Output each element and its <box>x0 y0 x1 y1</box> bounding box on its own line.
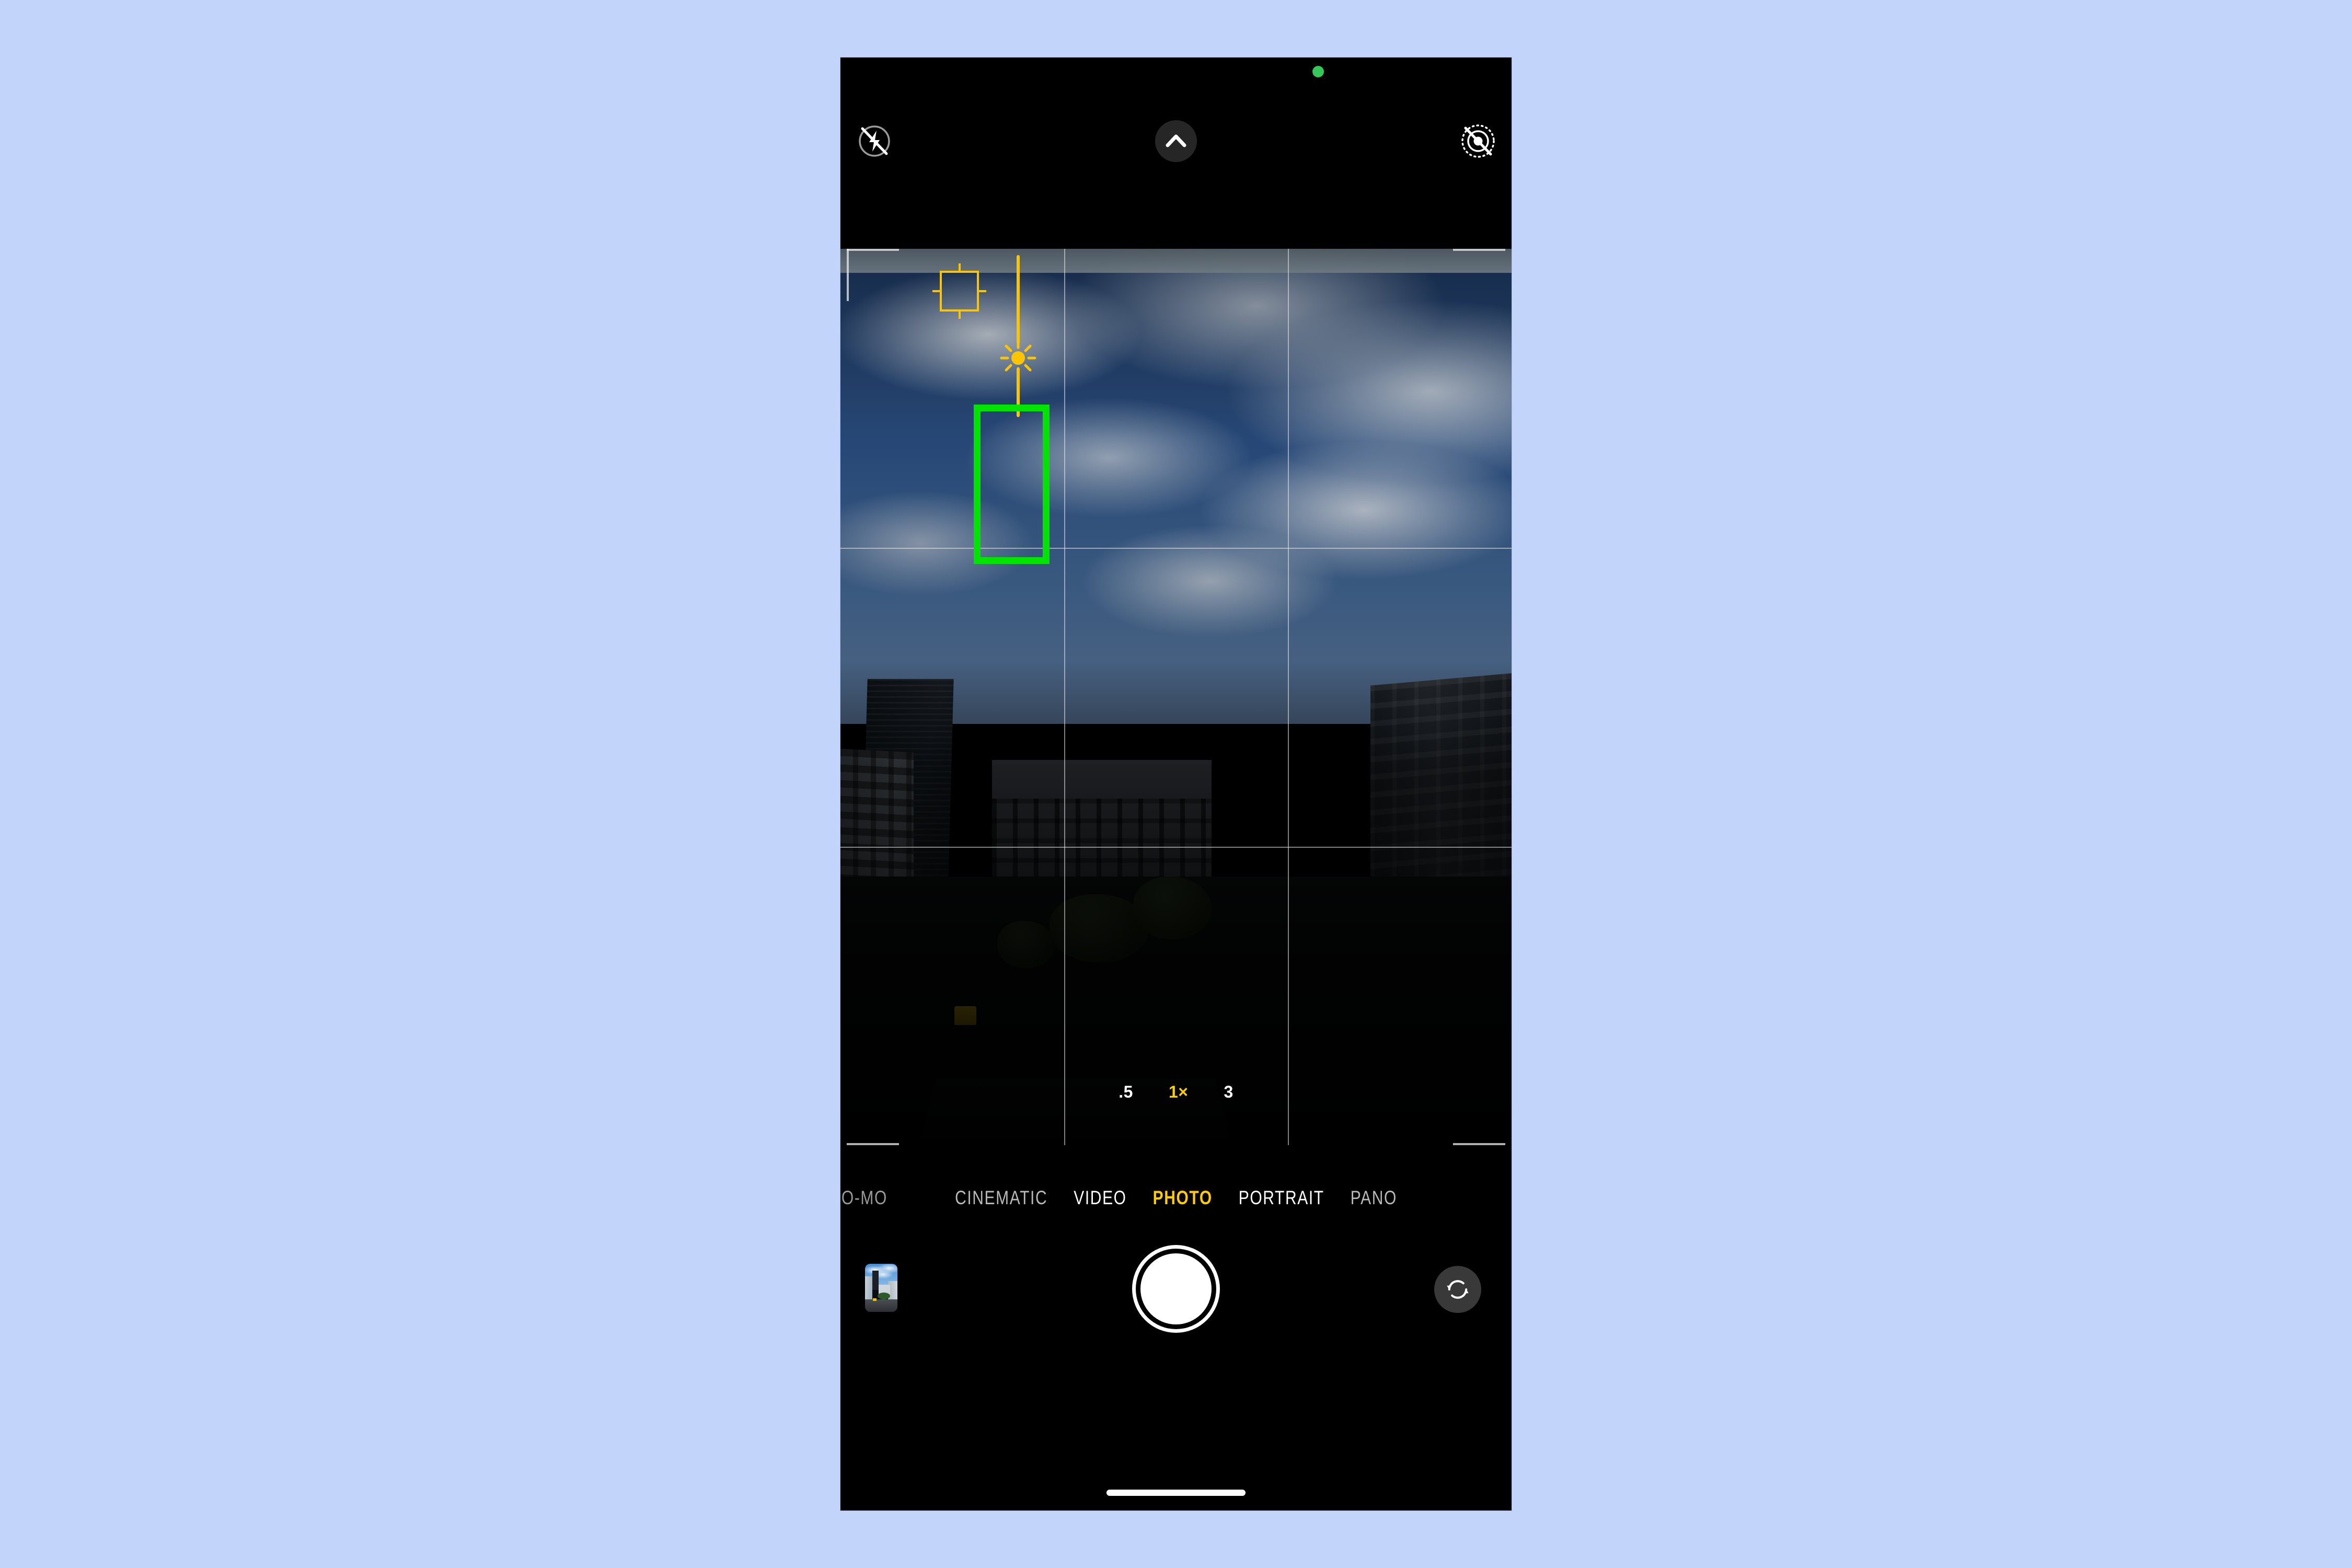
camera-flip-button[interactable] <box>1434 1266 1481 1313</box>
focus-tick-right <box>977 290 986 292</box>
horizon-haze <box>840 249 1512 273</box>
camera-bottom-bar <box>840 1244 1512 1375</box>
thumbnail-van <box>873 1298 877 1301</box>
zoom-option-1x[interactable]: 1× <box>1169 1082 1188 1102</box>
frame-corner-marker <box>1453 1143 1505 1145</box>
photo-thumbnail[interactable] <box>865 1264 897 1312</box>
more-controls-button[interactable] <box>1155 120 1197 162</box>
live-photo-off-icon <box>1461 124 1495 158</box>
flash-off-button[interactable] <box>854 120 895 162</box>
mode-video[interactable]: VIDEO <box>1074 1187 1126 1209</box>
exposure-slider[interactable] <box>1000 255 1036 417</box>
camera-top-bar <box>840 120 1512 178</box>
frame-corner-marker <box>847 1143 899 1145</box>
mode-cinematic[interactable]: CINEMATIC <box>955 1187 1047 1209</box>
thumbnail-tree <box>878 1293 890 1300</box>
focus-tick-left <box>932 290 942 292</box>
af-focus-box[interactable] <box>932 263 986 319</box>
shutter-button[interactable] <box>1140 1253 1212 1324</box>
frame-corner-marker <box>847 249 899 251</box>
camera-mode-strip[interactable]: SLO-MO CINEMATIC VIDEO PHOTO PORTRAIT PA… <box>840 1173 1512 1224</box>
frame-corner-marker <box>1453 249 1505 251</box>
focus-tick-top <box>958 263 961 273</box>
chevron-up-icon <box>1166 134 1186 147</box>
live-photo-off-button[interactable] <box>1457 120 1499 162</box>
thumbnail-ground <box>865 1299 897 1312</box>
mode-portrait[interactable]: PORTRAIT <box>1239 1187 1324 1209</box>
exposure-track-upper <box>1017 255 1020 344</box>
camera-active-indicator-dot <box>1312 66 1324 77</box>
camera-viewfinder[interactable]: .5 1× 3 <box>840 249 1512 1145</box>
phone-screenshot: .5 1× 3 O-MO CINEMATIC VIDEO PHOTO PORTR… <box>840 57 1512 1511</box>
mode-slo-mo[interactable]: SLO-MO <box>840 1187 887 1209</box>
camera-flip-icon <box>1447 1280 1469 1299</box>
zoom-controls[interactable]: .5 1× 3 <box>840 1082 1512 1102</box>
flash-off-icon <box>859 125 890 157</box>
sun-icon[interactable] <box>999 339 1037 377</box>
home-indicator <box>1106 1490 1246 1496</box>
focus-tick-bottom <box>958 309 961 319</box>
zoom-option-3x[interactable]: 3 <box>1224 1082 1233 1102</box>
thumbnail-tower <box>872 1270 879 1290</box>
yellow-delivery-van <box>954 1006 976 1025</box>
mode-photo[interactable]: PHOTO <box>1153 1187 1213 1209</box>
mode-pano[interactable]: PANO <box>1351 1187 1397 1209</box>
frame-corner-marker <box>847 249 849 301</box>
sky-shading <box>840 249 1512 724</box>
tree <box>997 921 1055 969</box>
zoom-option-0_5[interactable]: .5 <box>1119 1082 1133 1102</box>
